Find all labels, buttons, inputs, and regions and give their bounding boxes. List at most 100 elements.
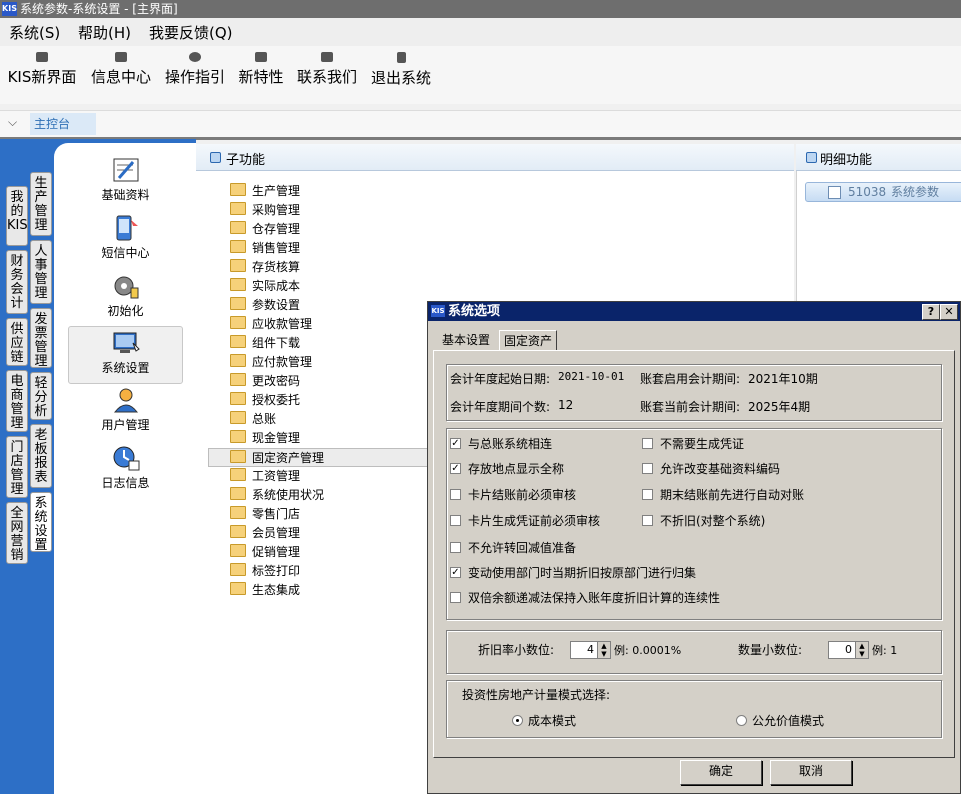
- tab-ecommerce[interactable]: 电商管理: [6, 370, 28, 432]
- func-user-management[interactable]: 用户管理: [68, 384, 183, 442]
- rate-decimals-stepper[interactable]: ▲ ▼: [597, 641, 611, 659]
- chevron-down-icon[interactable]: ⌵: [8, 115, 17, 130]
- toolbar-label: KIS新界面: [7, 68, 77, 86]
- qty-decimals-example: 例: 1: [872, 644, 898, 657]
- header-bullet-icon: [210, 152, 221, 163]
- tree-item[interactable]: 会员管理: [230, 524, 300, 543]
- option-checkbox[interactable]: ✓: [450, 438, 461, 449]
- tree-item[interactable]: 采购管理: [230, 201, 300, 220]
- guide-button[interactable]: 操作指引: [162, 50, 228, 100]
- tree-item[interactable]: 标签打印: [230, 562, 300, 581]
- option-checkbox[interactable]: ✓: [450, 463, 461, 474]
- tab-fixed-assets[interactable]: 固定资产: [499, 330, 558, 351]
- func-system-settings[interactable]: 系统设置: [68, 326, 183, 384]
- tab-main-console[interactable]: 主控台: [30, 113, 96, 135]
- tree-item[interactable]: 存货核算: [230, 258, 300, 277]
- tab-finance[interactable]: 财务会计: [6, 250, 28, 314]
- kis-new-ui-button[interactable]: KIS新界面: [6, 50, 78, 100]
- subfunction-title: 子功能: [226, 153, 266, 168]
- tree-item[interactable]: 应付款管理: [230, 353, 312, 372]
- kis-logo-icon: KIS: [2, 2, 17, 16]
- exit-system-button[interactable]: 退出系统: [368, 50, 434, 100]
- tree-item[interactable]: 生产管理: [230, 182, 300, 201]
- option-checkbox[interactable]: [450, 515, 461, 526]
- tree-item[interactable]: 更改密码: [230, 372, 300, 391]
- folder-icon: [230, 316, 246, 329]
- tree-item[interactable]: 应收款管理: [230, 315, 312, 334]
- radio-cost-mode[interactable]: [512, 715, 523, 726]
- tab-hr[interactable]: 人事管理: [30, 240, 52, 304]
- tab-label: 电商管理: [10, 374, 24, 431]
- tab-boss-report[interactable]: 老板报表: [30, 424, 52, 488]
- tree-item[interactable]: 现金管理: [230, 429, 300, 448]
- fair-value-mode-label: 公允价值模式: [752, 714, 825, 728]
- start-period-value: 2021年10期: [748, 372, 818, 386]
- func-sms-center[interactable]: 短信中心: [68, 212, 183, 270]
- title-bar: KIS 系统参数-系统设置 - [主界面]: [0, 0, 961, 18]
- tree-item[interactable]: 零售门店: [230, 505, 300, 524]
- detail-item-system-params[interactable]: 51038 系统参数: [805, 182, 961, 202]
- current-period-label: 账套当前会计期间:: [640, 400, 741, 414]
- new-features-button[interactable]: 新特性: [236, 50, 286, 100]
- tree-item[interactable]: 实际成本: [230, 277, 300, 296]
- tree-item[interactable]: 销售管理: [230, 239, 300, 258]
- folder-icon: [230, 373, 246, 386]
- menu-help[interactable]: 帮助(H): [78, 22, 131, 43]
- tree-item[interactable]: 授权委托: [230, 391, 300, 410]
- tree-label: 授权委托: [252, 393, 301, 407]
- option-label: 期末结账前先进行自动对账: [660, 488, 805, 502]
- func-init[interactable]: 初始化: [68, 270, 183, 328]
- menu-feedback[interactable]: 我要反馈(Q): [149, 22, 233, 43]
- contact-us-button[interactable]: 联系我们: [294, 50, 360, 100]
- rate-decimals-input[interactable]: 4: [570, 641, 598, 659]
- tree-item[interactable]: 工资管理: [230, 467, 300, 486]
- help-button[interactable]: ?: [922, 304, 940, 320]
- option-checkbox[interactable]: [450, 489, 461, 500]
- tab-production[interactable]: 生产管理: [30, 172, 52, 236]
- tab-strip: ⌵ 主控台: [0, 110, 961, 140]
- option-checkbox[interactable]: [642, 438, 653, 449]
- tree-item[interactable]: 生态集成: [230, 581, 300, 600]
- info-center-button[interactable]: 信息中心: [88, 50, 154, 100]
- tree-item[interactable]: 促销管理: [230, 543, 300, 562]
- option-checkbox[interactable]: [450, 592, 461, 603]
- ok-button[interactable]: 确定: [680, 760, 762, 785]
- folder-icon: [230, 506, 246, 519]
- tab-store[interactable]: 门店管理: [6, 436, 28, 498]
- tree-item[interactable]: 仓存管理: [230, 220, 300, 239]
- menu-system[interactable]: 系统(S): [9, 22, 60, 43]
- tab-my-kis[interactable]: 我的KIS: [6, 186, 28, 246]
- tab-system-settings[interactable]: 系统设置: [30, 492, 52, 553]
- func-basic-data[interactable]: 基础资料: [68, 154, 183, 212]
- option-checkbox[interactable]: [642, 463, 653, 474]
- tree-item[interactable]: 总账: [230, 410, 276, 429]
- option-checkbox[interactable]: [642, 515, 653, 526]
- cancel-button[interactable]: 取消: [770, 760, 852, 785]
- tab-supply-chain[interactable]: 供应链: [6, 318, 28, 366]
- option-label: 不需要生成凭证: [660, 437, 745, 451]
- tree-item[interactable]: 组件下载: [230, 334, 300, 353]
- tree-item[interactable]: 系统使用状况: [230, 486, 324, 505]
- func-label: 短信中心: [101, 246, 150, 260]
- radio-fair-value-mode[interactable]: [736, 715, 747, 726]
- dialog-title-bar: KIS 系统选项 ? ✕: [428, 302, 960, 321]
- option-checkbox[interactable]: [642, 489, 653, 500]
- period-count-label: 会计年度期间个数:: [450, 400, 551, 414]
- close-button[interactable]: ✕: [940, 304, 958, 320]
- folder-icon: [230, 544, 246, 557]
- qty-decimals-input[interactable]: 0: [828, 641, 856, 659]
- tab-invoice[interactable]: 发票管理: [30, 308, 52, 369]
- option-checkbox[interactable]: ✓: [450, 567, 461, 578]
- tab-marketing[interactable]: 全网营销: [6, 502, 28, 564]
- tab-basic-settings[interactable]: 基本设置: [438, 330, 494, 350]
- option-checkbox[interactable]: [450, 542, 461, 553]
- func-log-info[interactable]: 日志信息: [68, 442, 183, 500]
- sms-icon: [116, 215, 138, 241]
- tree-label: 组件下载: [252, 336, 301, 350]
- option-label: 不允许转回减值准备: [468, 541, 577, 555]
- document-icon: [828, 186, 841, 199]
- tree-item[interactable]: 参数设置: [230, 296, 300, 315]
- tree-item-selected[interactable]: 固定资产管理: [208, 448, 428, 467]
- qty-decimals-stepper[interactable]: ▲ ▼: [855, 641, 869, 659]
- tab-light-analysis[interactable]: 轻分析: [30, 372, 52, 420]
